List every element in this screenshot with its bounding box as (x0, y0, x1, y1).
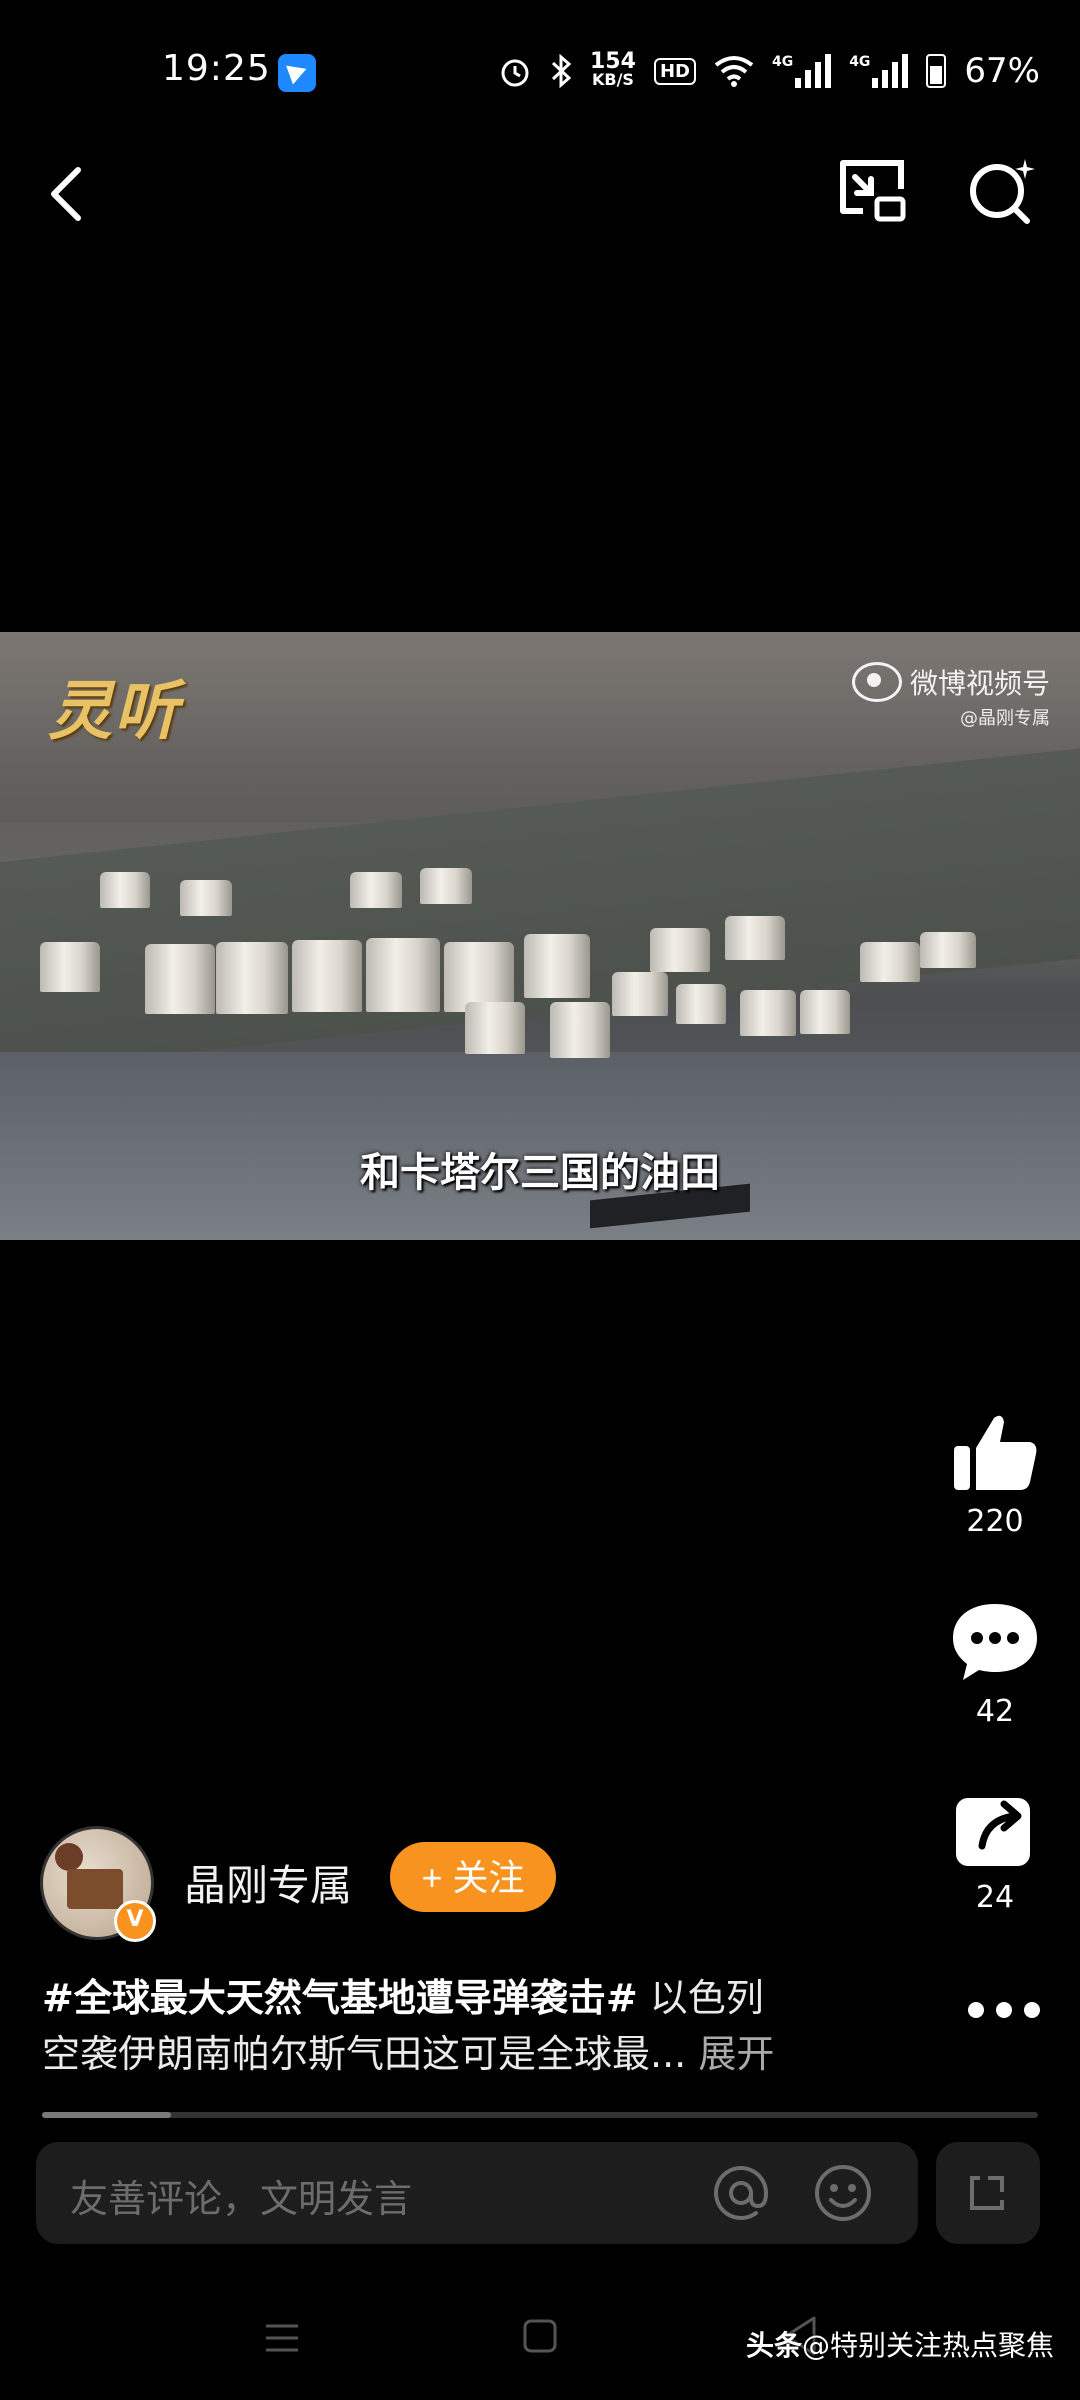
more-options-icon[interactable] (968, 2002, 1040, 2018)
share-icon[interactable] (952, 1790, 1038, 1870)
mention-at-icon[interactable] (710, 2162, 772, 2224)
expand-link[interactable]: 展开 (686, 2032, 774, 2076)
hashtag-link[interactable]: #全球最大天然气基地遭导弹袭击# (42, 1976, 638, 2020)
battery-icon (926, 54, 947, 88)
signal-1-icon: 4G (772, 54, 832, 88)
video-tank (180, 880, 232, 916)
video-tank (650, 928, 710, 972)
video-player[interactable]: 灵听 微博视频号 @晶刚专属 和卡塔尔三国的油田 (0, 632, 1080, 1240)
video-progress-track[interactable] (42, 2112, 1038, 2118)
alarm-icon (501, 59, 529, 87)
video-tank (420, 868, 472, 904)
source-watermark: 头条@特别关注热点聚焦 (745, 2329, 1054, 2362)
share-count: 24 (975, 1880, 1015, 1915)
verified-badge-icon: V (114, 1900, 156, 1942)
post-caption: #全球最大天然气基地遭导弹袭击# 以色列 空袭伊朗南帕尔斯气田这可是全球最...… (42, 1970, 862, 2082)
video-tank (350, 872, 402, 908)
video-tank (216, 942, 288, 1014)
expand-icon (970, 2176, 1004, 2210)
comment-action[interactable]: 42 (940, 1600, 1050, 1729)
hd-voice-icon: HD (653, 57, 696, 85)
battery-percent: 67% (964, 51, 1040, 91)
video-tank (550, 1002, 610, 1058)
share-action[interactable]: 24 (940, 1790, 1050, 1915)
like-action[interactable]: 220 (940, 1410, 1050, 1539)
video-tank (676, 984, 726, 1024)
video-tank (725, 916, 785, 960)
search-icon[interactable] (965, 155, 1037, 225)
video-subtitle: 和卡塔尔三国的油田 (360, 1150, 720, 1196)
recent-apps-icon[interactable] (262, 2318, 302, 2358)
like-count: 220 (966, 1504, 1024, 1539)
video-tank (524, 934, 590, 998)
video-tank (860, 942, 920, 982)
status-icons: 154 KB/S HD 4G 4G 67% (498, 46, 1040, 96)
video-tank (465, 1002, 525, 1054)
video-tank (612, 972, 668, 1016)
caption-line1: 以色列 (637, 1976, 764, 2020)
video-tank (800, 990, 850, 1034)
video-tank (740, 990, 796, 1036)
video-tank (920, 932, 976, 968)
bluetooth-icon (551, 54, 572, 88)
weibo-logo-icon (851, 662, 902, 702)
caption-line2: 空袭伊朗南帕尔斯气田这可是全球最... (42, 2032, 687, 2076)
video-progress-fill (42, 2112, 171, 2118)
home-icon[interactable] (522, 2316, 558, 2356)
status-bar: 19:25 154 KB/S HD 4G 4G 67% (0, 0, 1080, 140)
net-speed: 154 KB/S (590, 49, 636, 89)
wifi-icon (714, 56, 754, 87)
comment-count: 42 (975, 1694, 1015, 1729)
video-tank (145, 944, 215, 1014)
author-name[interactable]: 晶刚专属 (184, 1852, 352, 1913)
follow-button[interactable]: + 关注 (390, 1842, 556, 1912)
signal-2-icon: 4G (849, 54, 909, 88)
video-tank (292, 940, 362, 1012)
clock: 19:25 (162, 48, 271, 89)
channel-logo: 灵听 (48, 674, 180, 749)
picture-in-picture-icon[interactable] (835, 155, 910, 225)
comment-placeholder: 友善评论，文明发言 (70, 2177, 413, 2221)
thumbs-up-icon[interactable] (950, 1410, 1040, 1494)
emoji-icon[interactable] (812, 2162, 874, 2224)
comment-bubble-icon[interactable] (949, 1600, 1041, 1684)
weibo-watermark: 微博视频号 @晶刚专属 (851, 662, 1050, 730)
expand-comment-button[interactable] (936, 2142, 1040, 2244)
app-notification-icon (278, 54, 316, 92)
video-tank (366, 938, 440, 1012)
back-arrow-icon[interactable] (40, 158, 100, 228)
video-tank (40, 942, 100, 992)
video-tank (100, 872, 150, 908)
